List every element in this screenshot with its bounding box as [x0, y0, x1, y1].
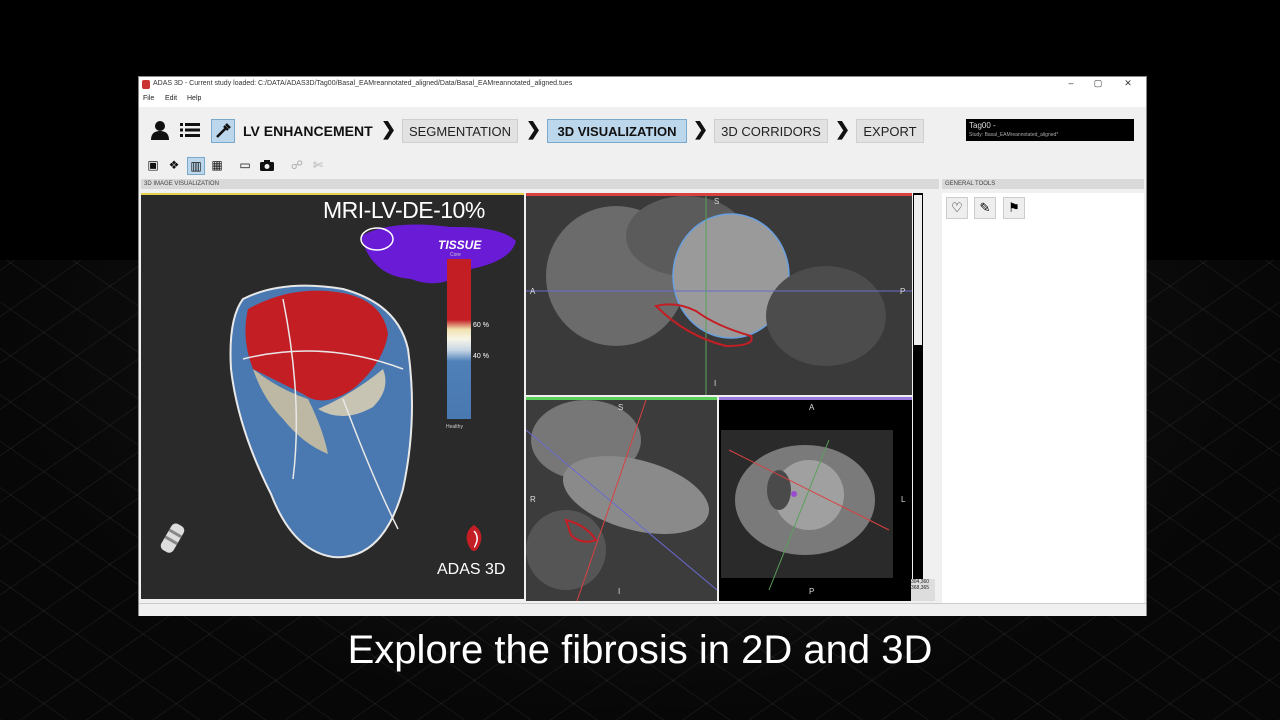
minimize-button[interactable]: – — [1064, 78, 1078, 88]
pointer-icon: ☍ — [290, 158, 304, 172]
layout-grid-icon[interactable]: ▦ — [209, 157, 225, 173]
camera-icon[interactable] — [259, 157, 275, 173]
step-export[interactable]: EXPORT — [856, 119, 924, 143]
flag-icon[interactable]: ⚑ — [1003, 197, 1025, 219]
legend-upper-pct: 60 % — [473, 322, 489, 329]
status-bar — [139, 603, 1146, 616]
cut-icon: ✄ — [312, 158, 324, 172]
module-title: LV ENHANCEMENT — [243, 123, 373, 139]
axial-left-label: A — [530, 287, 536, 296]
axial-top-label: S — [714, 197, 720, 206]
sequence-label: MRI-LV-DE-10% — [323, 197, 485, 223]
brush-icon[interactable]: ✎ — [974, 197, 996, 219]
legend-healthy-label: Healthy — [446, 424, 463, 430]
legend-subtitle: Core — [450, 252, 461, 258]
study-name: Tag00 - — [969, 121, 996, 130]
chevron-right-icon: ❯ — [693, 119, 709, 139]
chevron-right-icon: ❯ — [526, 119, 542, 139]
sagittal-top-label: S — [618, 403, 624, 412]
window-title: ADAS 3D - Current study loaded: C:/DATA/… — [153, 80, 573, 87]
tree-icon[interactable]: ❖ — [166, 157, 182, 173]
legend-color-bar — [447, 259, 471, 419]
step-3d-corridors[interactable]: 3D CORRIDORS — [714, 119, 828, 143]
step-segmentation[interactable]: SEGMENTATION — [402, 119, 518, 143]
maximize-button[interactable]: ▢ — [1091, 78, 1105, 89]
mri-axial-view[interactable]: A P S I — [526, 193, 912, 395]
sagittal-left-label: R — [530, 495, 536, 504]
slice-scrollbar[interactable] — [913, 193, 923, 585]
coronal-right-label: L — [901, 495, 906, 504]
legend-lower-pct: 40 % — [473, 353, 489, 360]
legend-title: TISSUE — [438, 238, 482, 252]
app-window: ADAS 3D - Current study loaded: C:/DATA/… — [138, 76, 1147, 616]
axial-bottom-label: I — [714, 379, 717, 388]
study-info: Tag00 - Study: Basal_EAMreannotated_alig… — [966, 119, 1134, 141]
chevron-right-icon: ❯ — [381, 119, 397, 139]
close-button[interactable]: ✕ — [1121, 78, 1135, 89]
view3d-header: 3D IMAGE VISUALIZATION — [141, 179, 939, 189]
adas-logo-icon — [466, 525, 482, 551]
list-icon[interactable] — [179, 119, 201, 141]
ventricle-model[interactable] — [223, 279, 423, 565]
slice-scroll-thumb[interactable] — [914, 195, 922, 345]
title-bar: ADAS 3D - Current study loaded: C:/DATA/… — [139, 77, 1146, 93]
menu-help[interactable]: Help — [187, 95, 201, 102]
syringe-icon[interactable] — [211, 119, 235, 143]
orientation-icon — [160, 523, 185, 553]
tools-header: GENERAL TOOLS — [942, 179, 1144, 189]
step-3d-visualization[interactable]: 3D VISUALIZATION — [547, 119, 687, 143]
menu-bar: File Edit Help — [139, 93, 1146, 107]
coronal-bottom-label: P — [809, 587, 815, 596]
coordinate-readout: 304,360 368,365 — [911, 579, 935, 601]
mri-coronal-view[interactable]: A P L — [719, 397, 912, 601]
view-3d[interactable]: MRI-LV-DE-10% TISSUE Core 60 % 40 % Heal… — [141, 193, 524, 599]
app-logo-icon — [142, 80, 150, 89]
axial-right-label: P — [900, 287, 906, 296]
heart-wave-icon[interactable]: ♡ — [946, 197, 968, 219]
brand-label: ADAS 3D — [437, 561, 506, 578]
video-caption: Explore the fibrosis in 2D and 3D — [347, 628, 933, 672]
user-icon[interactable] — [149, 119, 171, 141]
layout-single-icon[interactable]: ▣ — [145, 157, 161, 173]
view-3d-border — [141, 193, 524, 195]
menu-edit[interactable]: Edit — [165, 95, 177, 102]
chevron-right-icon: ❯ — [835, 119, 851, 139]
menu-file[interactable]: File — [143, 95, 154, 102]
mri-sagittal-view[interactable]: S I R — [526, 397, 717, 601]
coronal-top-label: A — [809, 403, 815, 412]
general-tools-panel: ♡ ✎ ⚑ — [942, 193, 1144, 603]
study-detail: Study: Basal_EAMreannotated_aligned* — [969, 132, 1059, 138]
layout-split-icon[interactable]: ▥ — [187, 157, 205, 175]
sagittal-bottom-label: I — [618, 587, 621, 596]
coord-line-2: 368,365 — [911, 585, 930, 591]
monitor-icon[interactable]: ▭ — [237, 157, 253, 173]
